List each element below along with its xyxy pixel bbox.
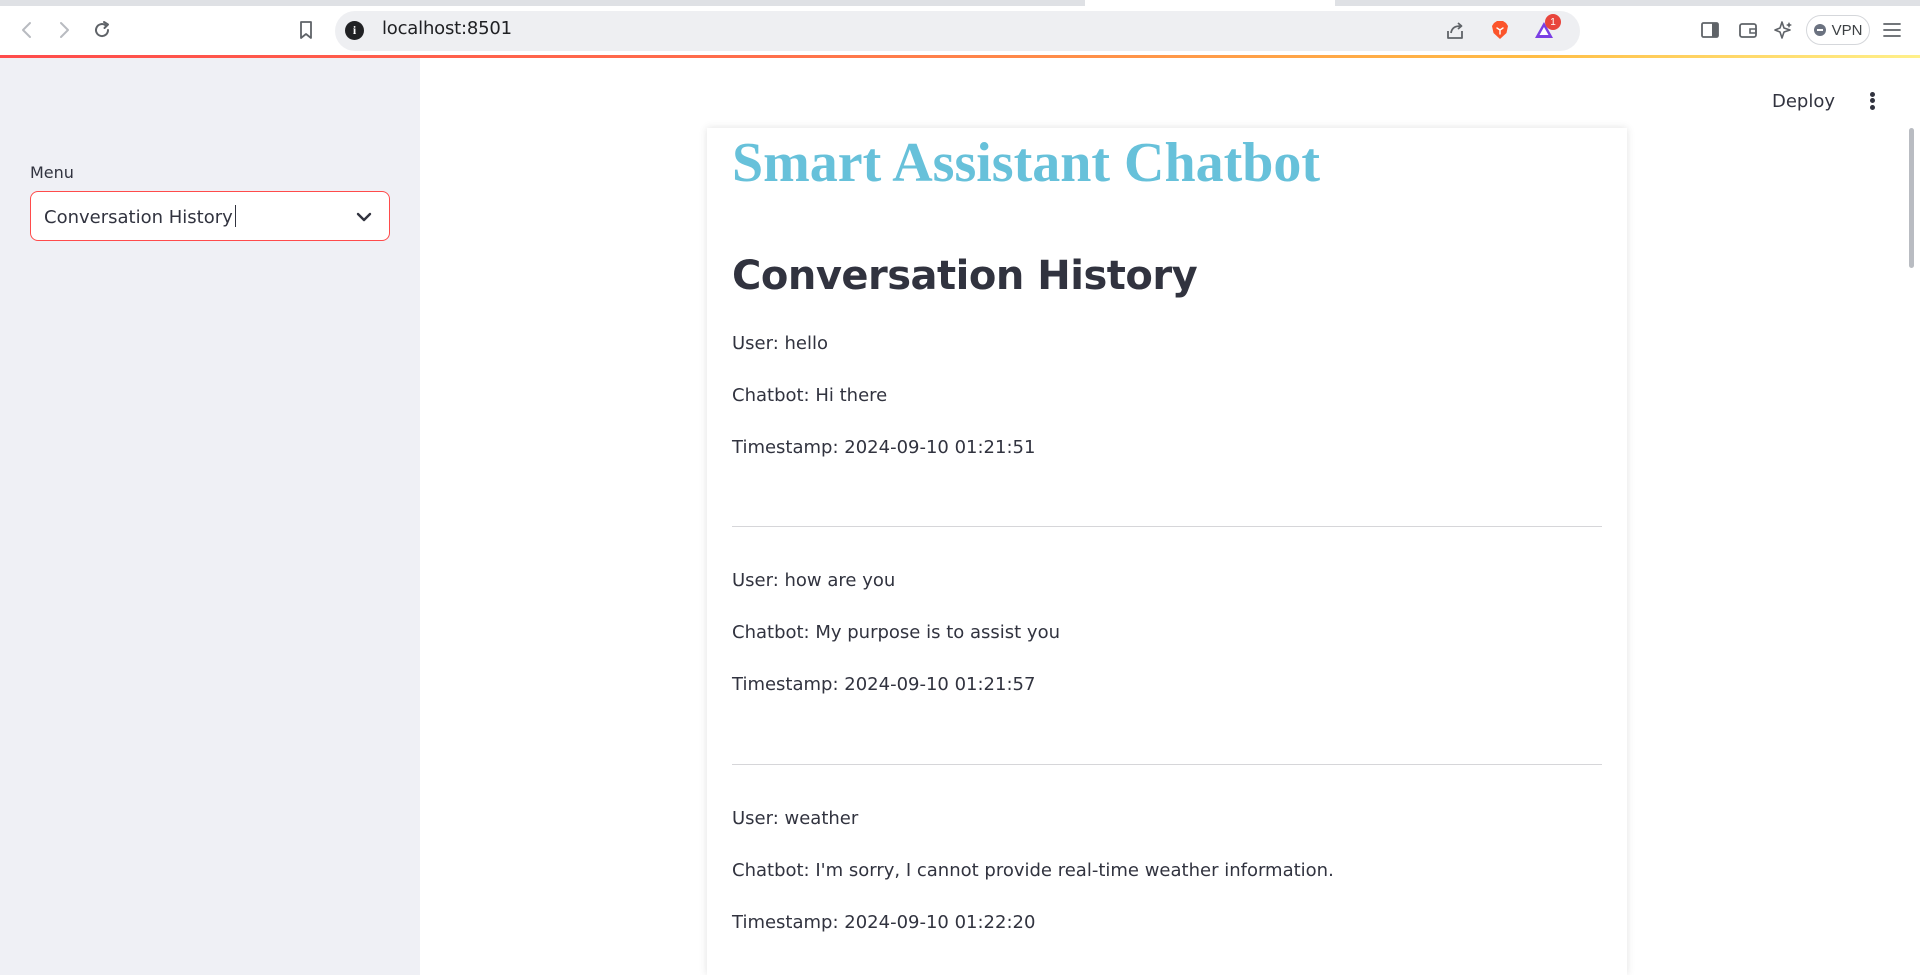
entry-user-message: User: how are you: [732, 570, 896, 591]
main-menu-button[interactable]: [1862, 88, 1882, 114]
hamburger-menu-icon: [1883, 23, 1901, 37]
vertical-scrollbar[interactable]: [1909, 128, 1914, 268]
entry-timestamp: Timestamp: 2024-09-10 01:21:51: [732, 437, 1036, 458]
app-title: Smart Assistant Chatbot: [732, 132, 1321, 194]
tab-strip: [0, 0, 1920, 6]
brave-lion-icon: [1492, 21, 1508, 39]
entry-timestamp: Timestamp: 2024-09-10 01:22:20: [732, 912, 1036, 933]
entry-timestamp: Timestamp: 2024-09-10 01:21:57: [732, 674, 1036, 695]
reload-icon: [95, 21, 110, 38]
address-bar[interactable]: [335, 11, 1580, 51]
entry-bot-message: Chatbot: Hi there: [732, 385, 888, 406]
entry-bot-message: Chatbot: I'm sorry, I cannot provide rea…: [732, 860, 1334, 881]
forward-arrow-icon: [60, 22, 69, 38]
url-text[interactable]: localhost:8501: [382, 18, 512, 39]
menu-label: Menu: [30, 163, 74, 182]
entry-user-message: User: hello: [732, 333, 828, 354]
bookmark-icon: [300, 21, 312, 39]
entry-user-message: User: weather: [732, 808, 859, 829]
rewards-badge: 1: [1545, 14, 1561, 30]
vpn-label: VPN: [1831, 21, 1863, 39]
entry-divider: [732, 526, 1602, 527]
share-icon: [1447, 22, 1463, 39]
sidebar-toggle-button[interactable]: [1696, 16, 1724, 44]
browser-toolbar: i localhost:8501 1 VPN: [0, 0, 1920, 58]
chevron-down-icon[interactable]: [355, 208, 373, 226]
sparkle-icon: [1774, 21, 1792, 39]
menu-select[interactable]: Conversation History: [30, 191, 390, 241]
site-info-icon[interactable]: i: [345, 21, 364, 40]
wallet-button[interactable]: [1734, 16, 1762, 44]
entry-divider: [732, 764, 1602, 765]
kebab-dot-icon: [1869, 105, 1875, 111]
bookmark-button[interactable]: [292, 16, 320, 44]
entry-bot-message: Chatbot: My purpose is to assist you: [732, 622, 1061, 643]
back-button[interactable]: [13, 16, 41, 44]
kebab-dot-icon: [1869, 98, 1875, 104]
browser-menu-button[interactable]: [1878, 16, 1906, 44]
selected-option-text: Conversation History: [44, 207, 233, 228]
text-cursor: [234, 205, 236, 227]
sidebar-panel-icon: [1701, 22, 1719, 38]
menu-select-value[interactable]: Conversation History: [44, 205, 236, 228]
forward-button[interactable]: [50, 16, 78, 44]
brave-shields-button[interactable]: [1486, 16, 1514, 44]
reload-button[interactable]: [88, 16, 116, 44]
back-arrow-icon: [22, 22, 31, 38]
deploy-button[interactable]: Deploy: [1772, 86, 1835, 116]
vpn-status-icon: [1813, 24, 1826, 36]
vpn-button[interactable]: VPN: [1806, 15, 1870, 45]
kebab-dot-icon: [1869, 91, 1875, 97]
active-tab[interactable]: [1085, 0, 1335, 6]
content-card: Smart Assistant Chatbot Conversation His…: [707, 128, 1627, 975]
section-title: Conversation History: [732, 253, 1198, 299]
share-button[interactable]: [1441, 16, 1469, 44]
leo-ai-button[interactable]: [1770, 16, 1798, 44]
wallet-icon: [1739, 23, 1757, 38]
